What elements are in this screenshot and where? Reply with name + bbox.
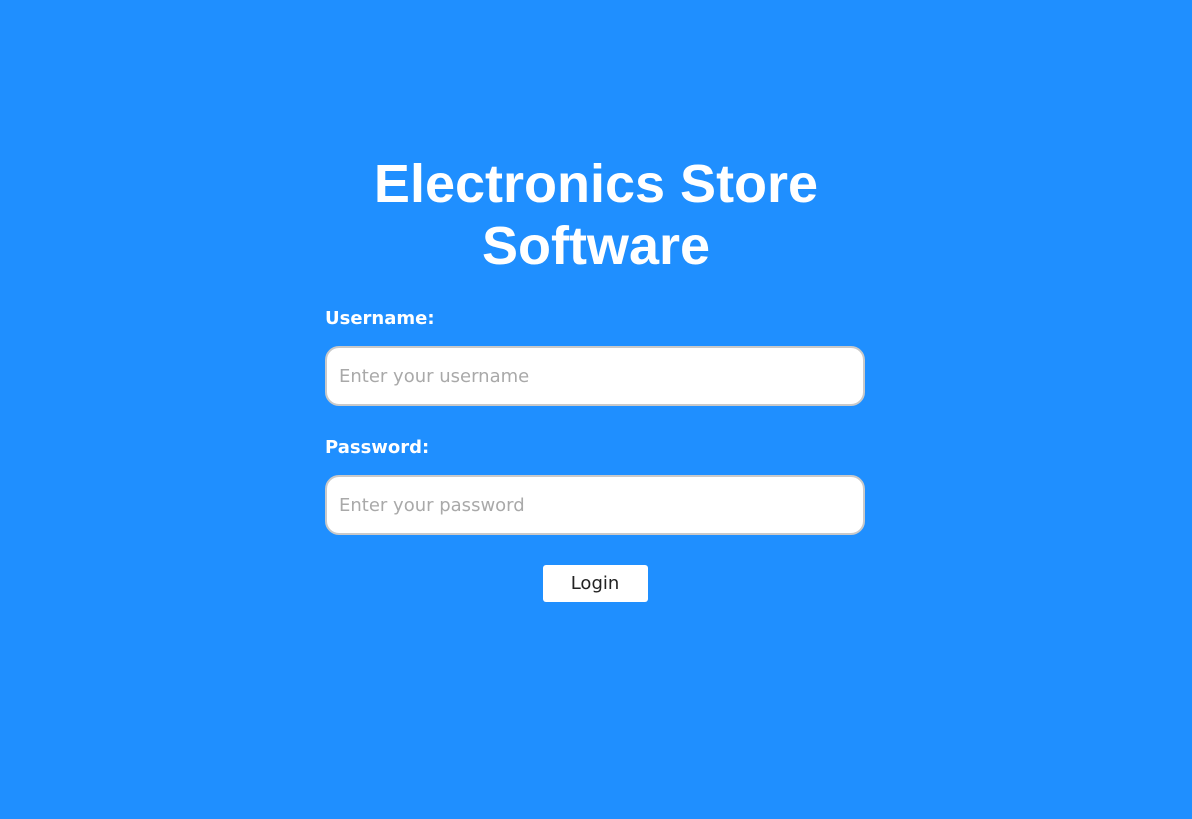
password-input[interactable] <box>325 475 865 535</box>
title-line-1: Electronics Store <box>373 154 819 214</box>
login-form: Username: Password: Login <box>325 305 865 602</box>
password-label: Password: <box>325 437 430 458</box>
login-button[interactable]: Login <box>542 565 648 602</box>
login-button-container: Login <box>325 565 865 602</box>
username-input[interactable] <box>325 346 865 406</box>
username-label: Username: <box>325 308 435 329</box>
title-line-2: Software <box>481 216 711 276</box>
page-title: Electronics Store Software <box>0 153 1192 277</box>
